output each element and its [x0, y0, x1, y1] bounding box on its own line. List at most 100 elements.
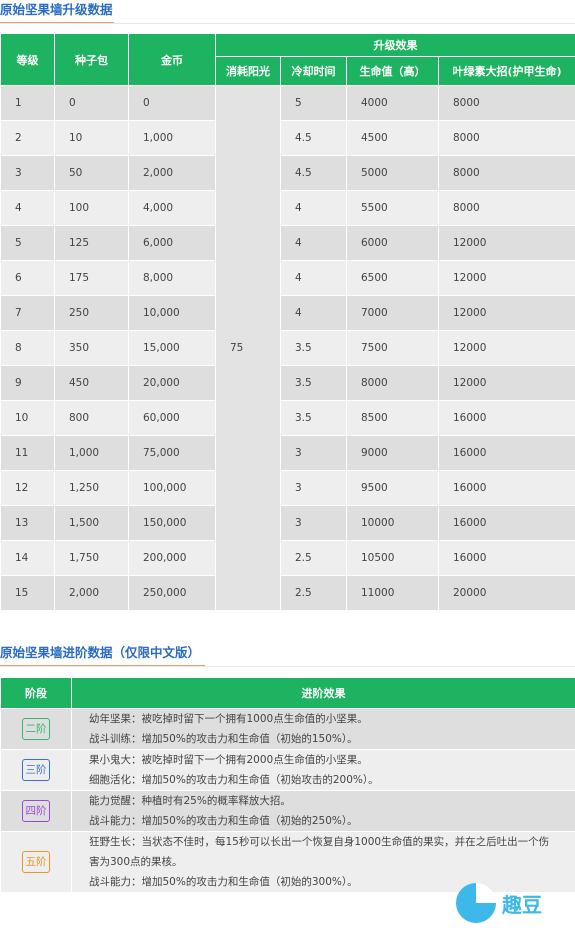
header-sun-cost: 消耗阳光: [215, 56, 281, 86]
cell-seeds: 0: [54, 85, 129, 121]
cell-level: 12: [0, 470, 55, 506]
cell-seeds: 350: [54, 330, 129, 366]
table-row: 4 100 4,000 4 5500 8000: [0, 190, 575, 226]
cell-cooldown: 4.5: [280, 120, 347, 156]
cell-seeds: 100: [54, 190, 129, 226]
cell-health: 7500: [346, 330, 439, 366]
cell-cooldown: 4: [280, 190, 347, 226]
table-row: 8 350 15,000 3.5 7500 12000: [0, 330, 575, 366]
table-row: 2 10 1,000 4.5 4500 8000: [0, 120, 575, 156]
cell-cooldown: 2.5: [280, 575, 347, 611]
cell-health: 4000: [346, 85, 439, 121]
cell-level: 11: [0, 435, 55, 471]
stage-badge: 三阶: [22, 759, 50, 781]
cell-coins: 2,000: [128, 155, 216, 191]
cell-cooldown: 4.5: [280, 155, 347, 191]
title-divider: [0, 23, 575, 24]
title-divider: [0, 666, 575, 667]
cell-ultimate: 12000: [438, 260, 575, 296]
effect-line: 细胞活化：增加50%的攻击力和生命值（初始攻击的200%）。: [89, 774, 379, 786]
cell-health: 7000: [346, 295, 439, 331]
cell-cooldown: 4: [280, 295, 347, 331]
watermark-logo: 趣豆: [456, 883, 542, 923]
effect-line: 果小鬼大：被吃掉时留下一个拥有2000点生命值的小坚果。: [89, 754, 368, 766]
cell-seeds: 1,750: [54, 540, 129, 576]
table-row: 10 800 60,000 3.5 8500 16000: [0, 400, 575, 436]
header-upgrade-effect: 升级效果: [215, 33, 575, 57]
cell-stage: 三阶: [0, 749, 72, 791]
cell-coins: 150,000: [128, 505, 216, 541]
effect-line: 战斗能力：增加50%的攻击力和生命值（初始的250%）。: [89, 815, 358, 827]
effect-line: 狂野生长：当状态不佳时，每15秒可以长出一个恢复自身1000生命值的果实，并在之…: [89, 836, 550, 848]
cell-health: 10500: [346, 540, 439, 576]
cell-seeds: 250: [54, 295, 129, 331]
cell-health: 6500: [346, 260, 439, 296]
cell-cooldown: 2.5: [280, 540, 347, 576]
cell-level: 15: [0, 575, 55, 611]
table-row: 15 2,000 250,000 2.5 11000 20000: [0, 575, 575, 611]
stage-badge: 五阶: [22, 851, 50, 873]
cell-effect: 果小鬼大：被吃掉时留下一个拥有2000点生命值的小坚果。 细胞活化：增加50%的攻…: [71, 749, 575, 791]
cell-coins: 75,000: [128, 435, 216, 471]
cell-level: 6: [0, 260, 55, 296]
header-coins: 金币: [128, 33, 216, 86]
cell-seeds: 1,500: [54, 505, 129, 541]
effect-line: 能力觉醒：种植时有25%的概率释放大招。: [89, 795, 291, 807]
cell-level: 4: [0, 190, 55, 226]
cell-level: 3: [0, 155, 55, 191]
header-cooldown: 冷却时间: [280, 56, 347, 86]
cell-ultimate: 16000: [438, 470, 575, 506]
cell-seeds: 10: [54, 120, 129, 156]
cell-seeds: 800: [54, 400, 129, 436]
cell-coins: 60,000: [128, 400, 216, 436]
stage-badge: 二阶: [22, 718, 50, 740]
cell-cooldown: 5: [280, 85, 347, 121]
section-title-advance: 原始坚果墙进阶数据（仅限中文版）: [0, 645, 201, 660]
cell-seeds: 125: [54, 225, 129, 261]
cell-sun-cost: 75: [215, 85, 281, 611]
cell-seeds: 50: [54, 155, 129, 191]
cell-health: 4500: [346, 120, 439, 156]
cell-health: 8000: [346, 365, 439, 401]
cell-seeds: 450: [54, 365, 129, 401]
cell-cooldown: 3: [280, 505, 347, 541]
cell-health: 5000: [346, 155, 439, 191]
table-row: 12 1,250 100,000 3 9500 16000: [0, 470, 575, 506]
cell-coins: 1,000: [128, 120, 216, 156]
cell-cooldown: 3.5: [280, 365, 347, 401]
cell-coins: 4,000: [128, 190, 216, 226]
cell-level: 7: [0, 295, 55, 331]
cell-cooldown: 3: [280, 435, 347, 471]
cell-level: 14: [0, 540, 55, 576]
effect-line: 战斗训练：增加50%的攻击力和生命值（初始的150%）。: [89, 733, 358, 745]
header-seeds: 种子包: [54, 33, 129, 86]
table-row: 13 1,500 150,000 3 10000 16000: [0, 505, 575, 541]
cell-cooldown: 3.5: [280, 400, 347, 436]
table-row: 9 450 20,000 3.5 8000 12000: [0, 365, 575, 401]
header-ultimate: 叶绿素大招(护甲生命): [438, 56, 575, 86]
cell-effect: 幼年坚果：被吃掉时留下一个拥有1000点生命值的小坚果。 战斗训练：增加50%的攻…: [71, 708, 575, 750]
cell-level: 2: [0, 120, 55, 156]
table-row: 3 50 2,000 4.5 5000 8000: [0, 155, 575, 191]
cell-level: 1: [0, 85, 55, 121]
cell-ultimate: 8000: [438, 155, 575, 191]
cell-coins: 200,000: [128, 540, 216, 576]
effect-line: 幼年坚果：被吃掉时留下一个拥有1000点生命值的小坚果。: [89, 713, 368, 725]
table-row: 四阶 能力觉醒：种植时有25%的概率释放大招。 战斗能力：增加50%的攻击力和生命值…: [0, 790, 575, 832]
effect-line: 害为300点的果核。: [89, 856, 183, 868]
cell-stage: 五阶: [0, 831, 72, 893]
cell-cooldown: 4: [280, 260, 347, 296]
advance-table: 阶段 进阶效果 二阶 幼年坚果：被吃掉时留下一个拥有1000点生命值的小坚果。 战斗…: [0, 677, 575, 893]
cell-effect: 能力觉醒：种植时有25%的概率释放大招。战斗能力：增加50%的攻击力和生命值（初…: [71, 790, 575, 832]
cell-stage: 四阶: [0, 790, 72, 832]
cell-ultimate: 12000: [438, 225, 575, 261]
header-level: 等级: [0, 33, 55, 86]
cell-ultimate: 16000: [438, 400, 575, 436]
upgrade-table: 等级 种子包 金币 升级效果 消耗阳光 冷却时间 生命值（高） 叶绿素大招(护甲…: [0, 33, 575, 611]
table-row: 5 125 6,000 4 6000 12000: [0, 225, 575, 261]
cell-coins: 20,000: [128, 365, 216, 401]
cell-cooldown: 3.5: [280, 330, 347, 366]
table-row: 11 1,000 75,000 3 9000 16000: [0, 435, 575, 471]
cell-coins: 6,000: [128, 225, 216, 261]
cell-seeds: 1,000: [54, 435, 129, 471]
